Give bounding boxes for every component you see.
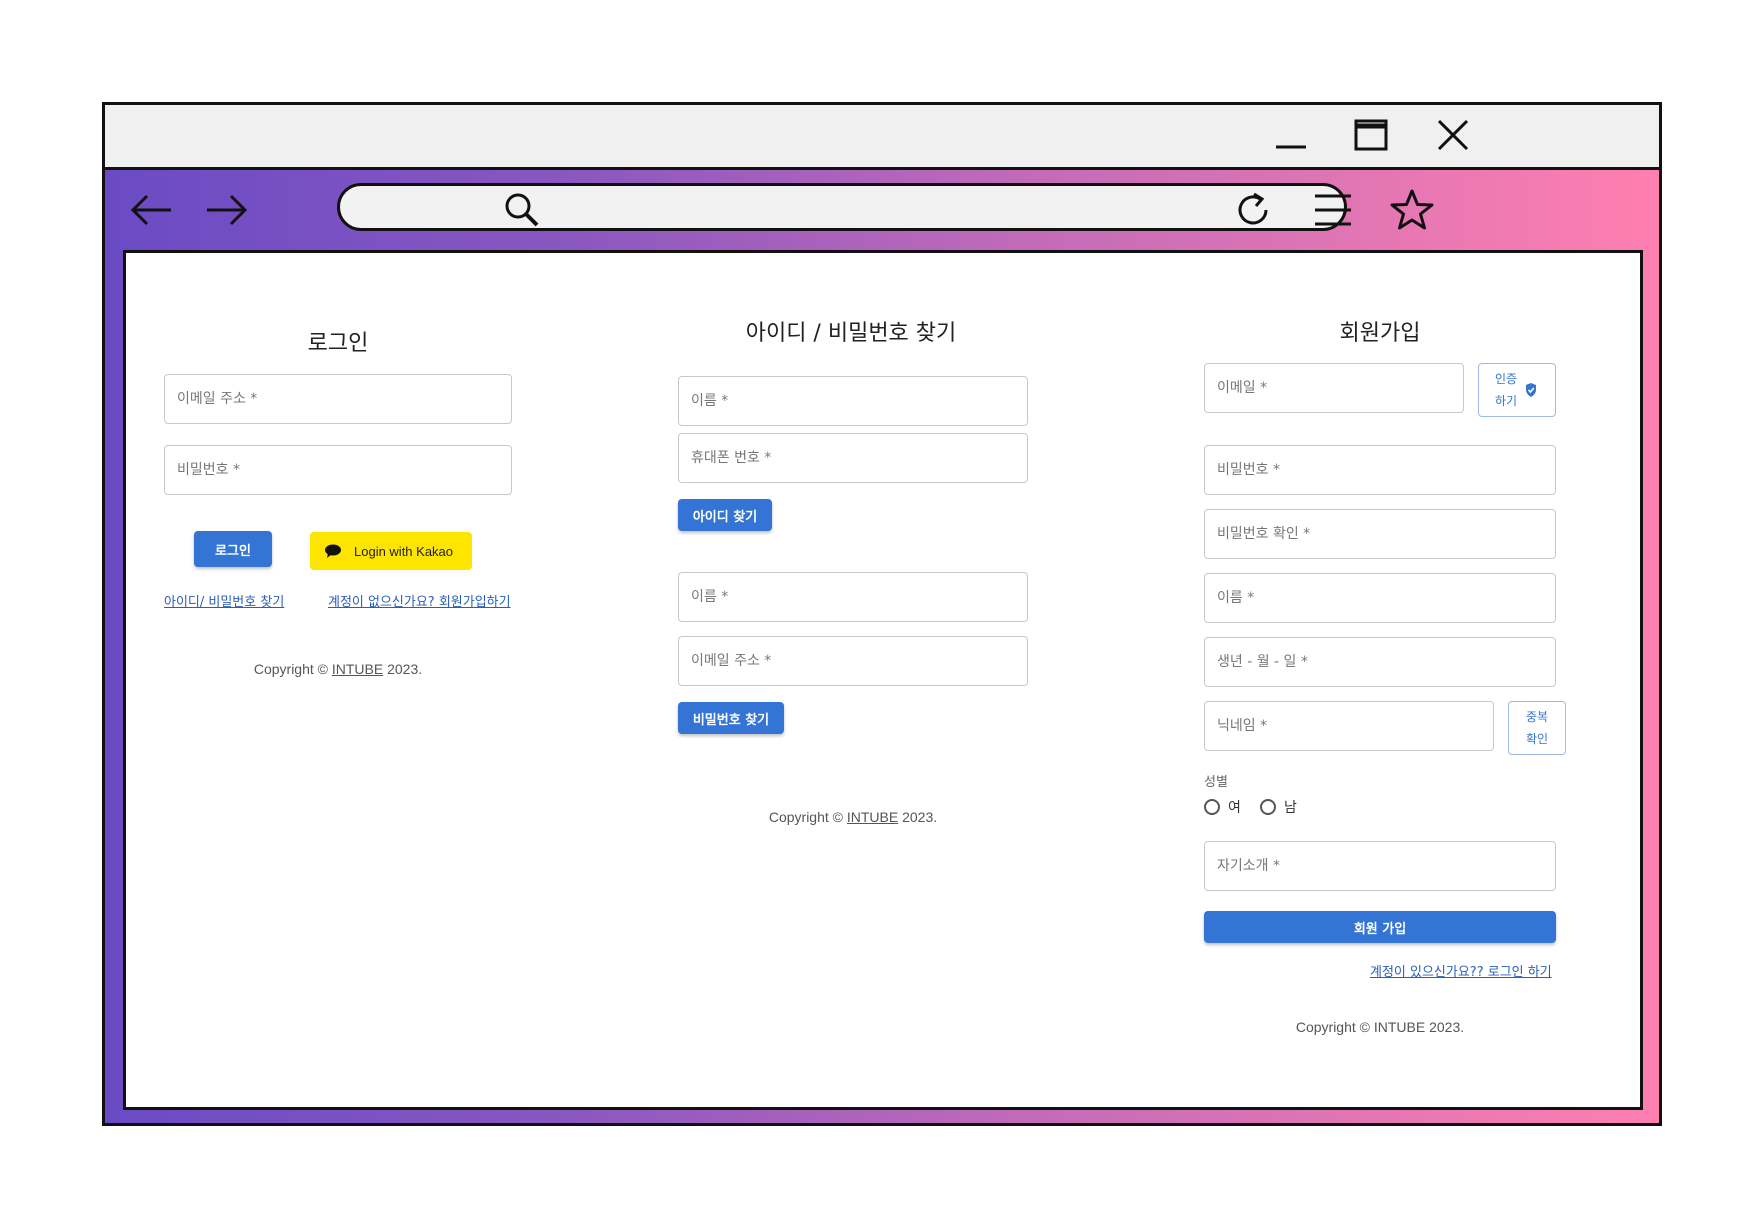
login-password-field[interactable] — [164, 445, 512, 495]
check-badge-icon — [1523, 382, 1539, 398]
go-login-link[interactable]: 계정이 있으신가요?? 로그인 하기 — [1370, 961, 1552, 980]
minimize-icon[interactable] — [1270, 117, 1314, 157]
signup-link[interactable]: 계정이 없으신가요? 회원가입하기 — [328, 591, 511, 610]
signup-name-field[interactable] — [1204, 573, 1556, 623]
browser-window: 로그인 로그인 Login with Kakao 아이디/ 비밀번호 찾기 계정… — [102, 102, 1662, 1126]
signup-intro-field[interactable] — [1204, 841, 1556, 891]
radio-circle-icon[interactable] — [1204, 799, 1220, 815]
copyright-suffix: 2023. — [383, 661, 423, 677]
find-pw-name-field[interactable] — [678, 572, 1028, 622]
copyright-prefix: Copyright © — [253, 661, 332, 677]
login-password-input[interactable] — [165, 446, 511, 494]
verify-label: 인증 하기 — [1495, 368, 1517, 412]
login-title: 로그인 — [307, 331, 369, 356]
find-id-name-input[interactable] — [679, 377, 1027, 425]
signup-email-input[interactable] — [1205, 364, 1463, 412]
signup-intro-input[interactable] — [1205, 842, 1555, 890]
signup-birth-input[interactable] — [1205, 638, 1555, 686]
login-button[interactable]: 로그인 — [194, 531, 272, 567]
maximize-icon[interactable] — [1350, 117, 1394, 157]
find-id-button[interactable]: 아이디 찾기 — [678, 499, 772, 531]
find-title: 아이디 / 비밀번호 찾기 — [745, 321, 957, 346]
signup-copyright: Copyright © INTUBE 2023. — [1204, 1019, 1556, 1035]
verify-label-line2: 하기 — [1494, 394, 1518, 408]
dup-check-line2: 확인 — [1525, 732, 1549, 746]
browser-toolbar: 로그인 로그인 Login with Kakao 아이디/ 비밀번호 찾기 계정… — [105, 170, 1659, 1123]
gender-female-label: 여 — [1228, 800, 1241, 816]
title-bar — [105, 105, 1659, 170]
find-id-phone-field[interactable] — [678, 433, 1028, 483]
copyright-suffix: 2023. — [1425, 1019, 1465, 1035]
signup-submit-button[interactable]: 회원 가입 — [1204, 911, 1556, 943]
forward-arrow-icon[interactable] — [201, 188, 251, 232]
chat-bubble-icon — [324, 544, 342, 558]
verify-label-line1: 인증 — [1494, 372, 1518, 386]
signup-nickname-input[interactable] — [1205, 702, 1493, 750]
search-icon — [502, 190, 542, 230]
signup-password-input[interactable] — [1205, 446, 1555, 494]
signup-email-field[interactable] — [1204, 363, 1464, 413]
login-email-field[interactable] — [164, 374, 512, 424]
copyright-brand-link[interactable]: INTUBE — [332, 661, 383, 677]
star-icon[interactable] — [1388, 188, 1436, 232]
gender-male-radio[interactable]: 남 — [1260, 797, 1297, 817]
copyright-prefix: Copyright © — [1295, 1019, 1374, 1035]
gender-male-label: 남 — [1284, 800, 1297, 816]
radio-circle-icon[interactable] — [1260, 799, 1276, 815]
address-input[interactable] — [550, 192, 1314, 224]
find-id-name-field[interactable] — [678, 376, 1028, 426]
signup-password-field[interactable] — [1204, 445, 1556, 495]
signup-birth-field[interactable] — [1204, 637, 1556, 687]
find-pw-email-field[interactable] — [678, 636, 1028, 686]
close-icon[interactable] — [1431, 117, 1475, 157]
signup-password-confirm-input[interactable] — [1205, 510, 1555, 558]
kakao-button-label: Login with Kakao — [354, 543, 454, 559]
page-content: 로그인 로그인 Login with Kakao 아이디/ 비밀번호 찾기 계정… — [123, 250, 1643, 1110]
find-password-button[interactable]: 비밀번호 찾기 — [678, 702, 784, 734]
copyright-brand: INTUBE — [1373, 1019, 1426, 1035]
dup-check-line1: 중복 — [1525, 710, 1549, 724]
find-pw-email-input[interactable] — [679, 637, 1027, 685]
gender-label: 성별 — [1204, 775, 1228, 790]
gender-female-radio[interactable]: 여 — [1204, 797, 1241, 817]
login-email-input[interactable] — [165, 375, 511, 423]
signup-title: 회원가입 — [1339, 321, 1421, 346]
verify-email-button[interactable]: 인증 하기 — [1478, 363, 1556, 417]
nickname-dup-check-button[interactable]: 중복 확인 — [1508, 701, 1566, 755]
signup-name-input[interactable] — [1205, 574, 1555, 622]
login-copyright: Copyright © INTUBE 2023. — [164, 661, 512, 677]
back-arrow-icon[interactable] — [127, 188, 177, 232]
find-pw-name-input[interactable] — [679, 573, 1027, 621]
copyright-brand-link[interactable]: INTUBE — [847, 809, 898, 825]
copyright-suffix: 2023. — [898, 809, 938, 825]
find-id-phone-input[interactable] — [679, 434, 1027, 482]
copyright-prefix: Copyright © — [768, 809, 847, 825]
signup-password-confirm-field[interactable] — [1204, 509, 1556, 559]
find-account-link[interactable]: 아이디/ 비밀번호 찾기 — [164, 591, 284, 610]
kakao-login-button[interactable]: Login with Kakao — [310, 532, 472, 570]
refresh-icon[interactable] — [1232, 188, 1276, 232]
signup-nickname-field[interactable] — [1204, 701, 1494, 751]
address-bar[interactable] — [337, 183, 1347, 231]
find-copyright: Copyright © INTUBE 2023. — [678, 809, 1028, 825]
menu-icon[interactable] — [1311, 188, 1355, 232]
